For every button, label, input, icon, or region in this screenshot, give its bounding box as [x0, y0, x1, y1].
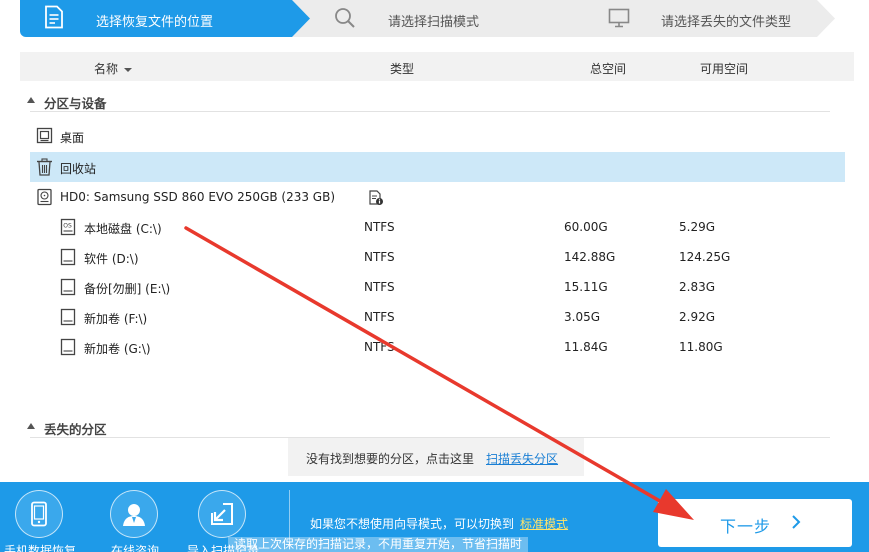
partition-type: NTFS	[364, 280, 395, 294]
partition-name: 备份[勿删] (E:\)	[84, 282, 171, 296]
phone-recovery-button[interactable]: 手机数据恢复	[0, 490, 80, 552]
location-recycle-bin[interactable]: 回收站	[30, 152, 845, 182]
group-lost-partitions[interactable]: 丢失的分区	[27, 418, 830, 438]
location-desktop[interactable]: 桌面	[30, 121, 845, 151]
partition-name: 本地磁盘 (C:\)	[84, 222, 162, 236]
column-total-header[interactable]: 总空间	[590, 60, 626, 77]
step-scan-mode[interactable]: 请选择扫描模式	[278, 0, 574, 37]
partition-total: 142.88G	[564, 250, 616, 264]
partition-name: 新加卷 (F:\)	[84, 312, 148, 326]
drive-icon	[60, 278, 78, 296]
partition-free: 11.80G	[679, 340, 723, 354]
monitor-icon	[607, 6, 631, 30]
partition-free: 124.25G	[679, 250, 731, 264]
column-name-header[interactable]: 名称	[94, 60, 133, 77]
search-icon	[333, 6, 357, 30]
partition-total: 15.11G	[564, 280, 608, 294]
group-label: 分区与设备	[44, 96, 107, 111]
partition-total: 60.00G	[564, 220, 608, 234]
table-header: 名称 类型 总空间 可用空间	[20, 52, 854, 81]
partition-type: NTFS	[364, 310, 395, 324]
divider	[289, 490, 290, 544]
step-label: 选择恢复文件的位置	[96, 15, 214, 30]
step-label: 请选择扫描模式	[388, 15, 480, 30]
phone-icon	[15, 490, 63, 538]
tip-text: 没有找到想要的分区，点击这里	[306, 452, 475, 466]
partition-row[interactable]: 新加卷 (F:\) NTFS 3.05G 2.92G	[30, 302, 845, 332]
desktop-icon	[36, 127, 54, 145]
recycle-bin-icon	[36, 158, 54, 176]
partition-row[interactable]: 备份[勿删] (E:\) NTFS 15.11G 2.83G	[30, 272, 845, 302]
partition-name: 软件 (D:\)	[84, 252, 139, 266]
hard-disk-icon	[36, 188, 54, 206]
group-label: 丢失的分区	[44, 422, 107, 437]
partition-free: 2.83G	[679, 280, 716, 294]
partition-row[interactable]: 软件 (D:\) NTFS 142.88G 124.25G	[30, 242, 845, 272]
user-support-icon	[110, 490, 158, 538]
collapse-triangle-icon	[27, 423, 35, 429]
scan-lost-partition-link[interactable]: 扫描丢失分区	[486, 450, 558, 467]
location-label: 桌面	[60, 131, 85, 145]
partition-total: 11.84G	[564, 340, 608, 354]
group-partitions[interactable]: 分区与设备	[27, 92, 830, 112]
svg-text:OS: OS	[63, 223, 72, 230]
partition-type: NTFS	[364, 220, 395, 234]
disk-info-icon[interactable]	[368, 190, 386, 208]
tool-label: 手机数据恢复	[3, 544, 76, 552]
step-location[interactable]: 选择恢复文件的位置	[20, 0, 310, 37]
online-consult-button[interactable]: 在线咨询	[95, 490, 175, 552]
disk-hd0[interactable]: HD0: Samsung SSD 860 EVO 250GB (233 GB)	[30, 182, 845, 212]
disk-label: HD0: Samsung SSD 860 EVO 250GB (233 GB)	[60, 190, 336, 204]
column-type-header[interactable]: 类型	[390, 60, 414, 77]
document-icon	[42, 4, 66, 30]
partition-type: NTFS	[364, 250, 395, 264]
lost-partition-tip: 没有找到想要的分区，点击这里 扫描丢失分区	[288, 438, 584, 476]
drive-icon	[60, 248, 78, 266]
partition-type: NTFS	[364, 340, 395, 354]
standard-mode-link[interactable]: 标准模式	[520, 515, 568, 532]
partition-name: 新加卷 (G:\)	[84, 342, 151, 356]
mode-switch-text: 如果您不想使用向导模式，可以切换到	[310, 517, 515, 531]
location-label: 回收站	[60, 162, 97, 176]
partition-row[interactable]: 新加卷 (G:\) NTFS 11.84G 11.80G	[30, 332, 845, 362]
partition-free: 2.92G	[679, 310, 716, 324]
import-tooltip: 读取上次保存的扫描记录，不用重复开始，节省扫描时	[228, 537, 528, 552]
sort-arrow-icon	[124, 67, 133, 72]
step-file-type[interactable]: 请选择丢失的文件类型	[545, 0, 835, 37]
collapse-triangle-icon	[27, 97, 35, 103]
drive-icon	[60, 338, 78, 356]
wizard-steps: 请选择扫描模式 请选择丢失的文件类型 选择恢复文件的位置	[20, 0, 835, 37]
import-icon	[198, 490, 246, 538]
system-drive-icon: OS	[60, 218, 78, 236]
partition-total: 3.05G	[564, 310, 601, 324]
tool-label: 在线咨询	[110, 544, 159, 552]
column-free-header[interactable]: 可用空间	[700, 60, 748, 77]
next-button[interactable]: 下一步	[658, 499, 852, 547]
next-button-label: 下一步	[720, 517, 772, 536]
chevron-right-icon	[790, 513, 802, 535]
recovery-wizard-window: 请选择扫描模式 请选择丢失的文件类型 选择恢复文件的位置 名称 类型 总空间 可…	[0, 0, 869, 552]
step-label: 请选择丢失的文件类型	[661, 15, 792, 30]
partition-free: 5.29G	[679, 220, 716, 234]
drive-icon	[60, 308, 78, 326]
partition-row[interactable]: OS 本地磁盘 (C:\) NTFS 60.00G 5.29G	[30, 212, 845, 242]
